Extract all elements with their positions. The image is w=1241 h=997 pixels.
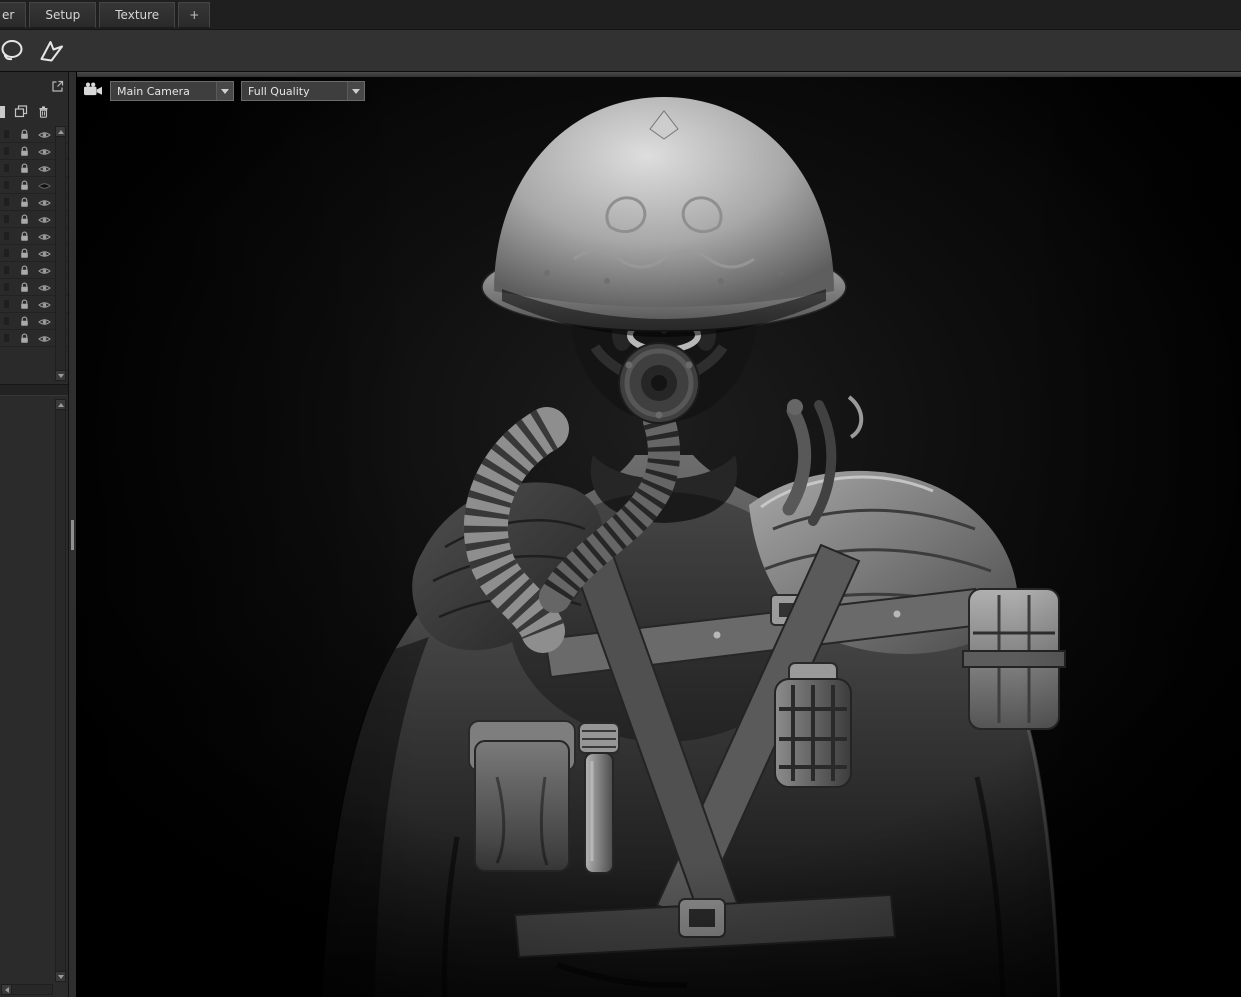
layer-chip — [4, 334, 9, 342]
tab-render[interactable]: er — [0, 2, 26, 28]
main-content: Main Camera Full Quality — [0, 72, 1241, 997]
layers-scrollbar[interactable] — [55, 126, 66, 381]
layer-chip — [4, 283, 9, 291]
layers-panel-header — [0, 72, 68, 100]
scroll-track[interactable] — [55, 410, 66, 971]
scroll-up-icon[interactable] — [55, 399, 66, 410]
tab-label: Texture — [115, 8, 159, 22]
tab-texture[interactable]: Texture — [99, 2, 175, 28]
scroll-up-icon[interactable] — [55, 126, 66, 137]
layer-chip — [4, 181, 9, 189]
chevron-down-icon — [216, 82, 233, 100]
layers-sidebar — [0, 72, 69, 997]
layer-chip — [4, 198, 9, 206]
layer-chip — [4, 249, 9, 257]
cut-off-icon — [0, 106, 5, 118]
tab-setup[interactable]: Setup — [29, 2, 96, 28]
layer-chip — [4, 266, 9, 274]
eye-icon[interactable] — [38, 329, 51, 348]
panel-splitter[interactable] — [69, 72, 77, 997]
pop-out-icon[interactable] — [50, 79, 64, 93]
duplicate-icon[interactable] — [14, 103, 28, 122]
properties-panel — [0, 396, 68, 997]
layer-chip — [4, 215, 9, 223]
layer-chip — [4, 130, 9, 138]
arrow-select-tool-icon[interactable] — [36, 36, 66, 66]
tab-label: er — [2, 8, 14, 22]
viewport-controls: Main Camera Full Quality — [83, 81, 365, 101]
quality-dropdown[interactable]: Full Quality — [241, 81, 365, 101]
camera-icon — [83, 82, 103, 101]
scroll-down-icon[interactable] — [55, 971, 66, 982]
scroll-left-icon[interactable] — [1, 984, 12, 995]
tab-add-button[interactable]: + — [178, 2, 210, 28]
panel-divider[interactable] — [0, 384, 68, 396]
tab-label: + — [189, 8, 199, 22]
quality-dropdown-value: Full Quality — [242, 82, 347, 100]
scroll-track[interactable] — [12, 984, 53, 995]
layers-panel — [0, 72, 68, 384]
chevron-down-icon — [347, 82, 364, 100]
layer-chip — [4, 147, 9, 155]
properties-hscrollbar[interactable] — [1, 984, 53, 995]
trash-icon[interactable] — [37, 103, 50, 122]
camera-dropdown-value: Main Camera — [111, 82, 216, 100]
render-3d-character — [77, 77, 1241, 997]
layer-chip — [4, 164, 9, 172]
viewport-3d[interactable]: Main Camera Full Quality — [77, 72, 1241, 997]
layer-chip — [4, 300, 9, 308]
layer-chip — [4, 232, 9, 240]
layer-chip — [4, 317, 9, 325]
splitter-handle[interactable] — [71, 520, 74, 550]
scroll-down-icon[interactable] — [55, 370, 66, 381]
main-toolbar — [0, 30, 1241, 72]
tab-bar: er Setup Texture + — [0, 0, 1241, 30]
camera-dropdown[interactable]: Main Camera — [110, 81, 234, 101]
lock-icon[interactable] — [20, 329, 29, 348]
scroll-track[interactable] — [55, 137, 66, 370]
tab-label: Setup — [45, 8, 80, 22]
layers-toolbar — [0, 100, 68, 124]
app-window: er Setup Texture + — [0, 0, 1241, 997]
lasso-tool-icon[interactable] — [0, 36, 28, 66]
properties-scrollbar[interactable] — [55, 399, 66, 982]
